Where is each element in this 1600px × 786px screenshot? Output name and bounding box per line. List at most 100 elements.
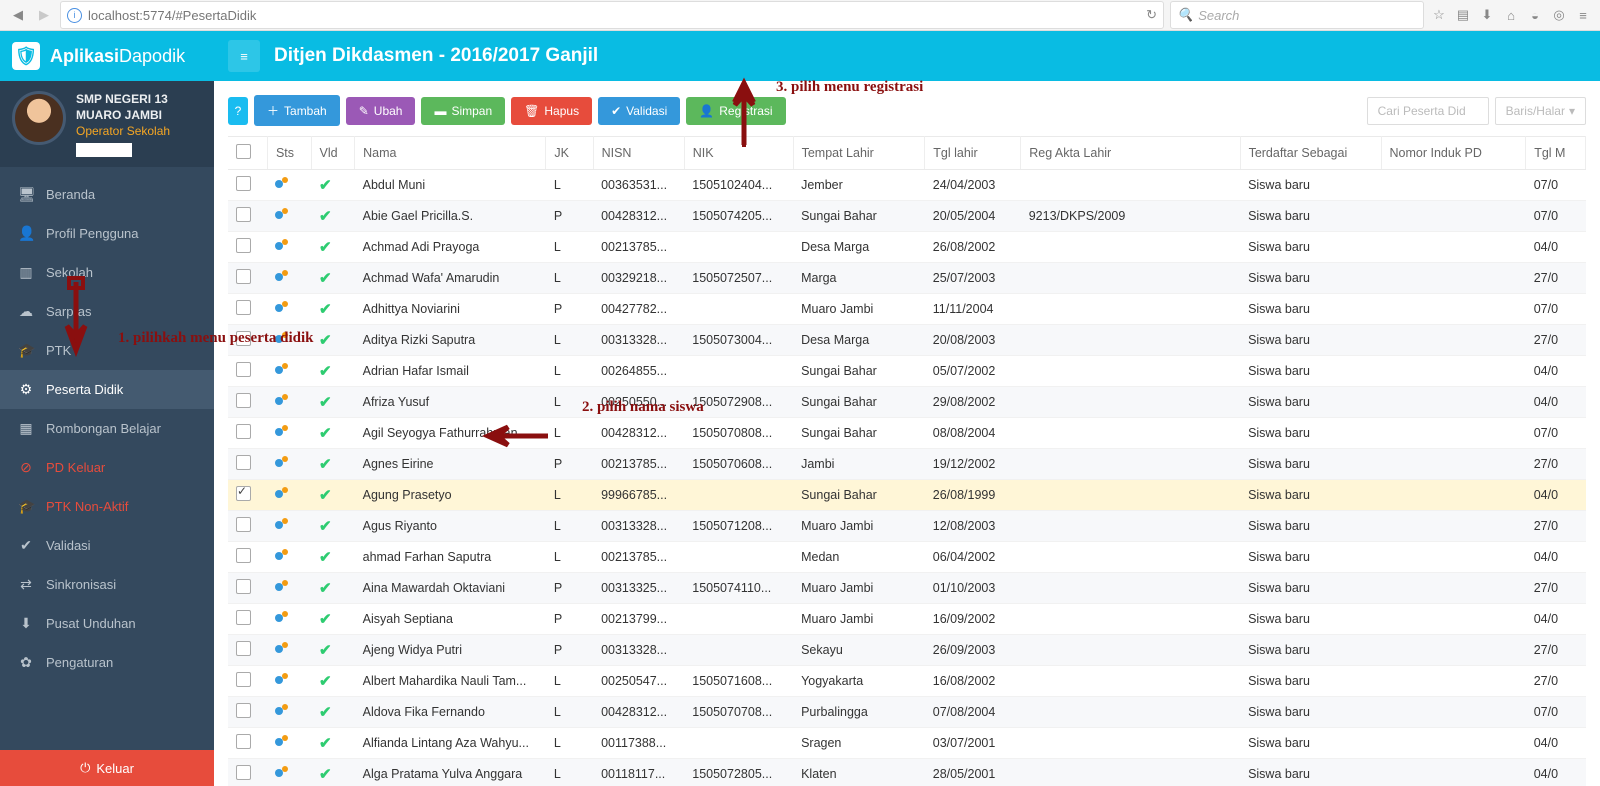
col-header[interactable]: Nama [355,137,546,170]
col-header[interactable]: Vld [311,137,355,170]
table-row[interactable]: ✔Aldova Fika FernandoL00428312...1505070… [228,697,1586,728]
home-icon[interactable]: ⌂ [1502,6,1520,24]
table-row[interactable]: ✔ahmad Farhan SaputraL00213785...Medan06… [228,542,1586,573]
row-checkbox[interactable] [236,486,251,501]
table-row[interactable]: ✔Adhittya NoviariniP00427782...Muaro Jam… [228,294,1586,325]
rows-per-page[interactable]: Baris/Halar▾ [1495,97,1586,125]
sidebar-item-sarpras[interactable]: ☁Sarpras [0,292,214,331]
row-checkbox[interactable] [236,517,251,532]
table-row[interactable]: ✔Aditya Rizki SaputraL00313328...1505073… [228,325,1586,356]
table-row[interactable]: ✔Alfianda Lintang Aza Wahyu...L00117388.… [228,728,1586,759]
cell-nik [684,232,793,263]
col-header[interactable]: NISN [593,137,684,170]
row-checkbox[interactable] [236,548,251,563]
sidebar-item-rombongan-belajar[interactable]: ▦Rombongan Belajar [0,409,214,448]
table-row[interactable]: ✔Ajeng Widya PutriP00313328...Sekayu26/0… [228,635,1586,666]
cell-tempat: Sungai Bahar [793,356,925,387]
row-checkbox[interactable] [236,579,251,594]
table-row[interactable]: ✔Abie Gael Pricilla.S.P00428312...150507… [228,201,1586,232]
sidebar-item-validasi[interactable]: ✔Validasi [0,526,214,565]
sidebar-item-pusat-unduhan[interactable]: ⬇Pusat Unduhan [0,604,214,643]
row-checkbox[interactable] [236,362,251,377]
col-header[interactable]: JK [546,137,593,170]
browser-search[interactable]: 🔍 Search [1170,1,1424,29]
table-row[interactable]: ✔Agus RiyantoL00313328...1505071208...Mu… [228,511,1586,542]
table-row[interactable]: ✔Albert Mahardika Nauli Tam...L00250547.… [228,666,1586,697]
url-bar[interactable]: i localhost:5774/#PesertaDidik ↻ [60,1,1164,29]
table-row[interactable]: ✔Adrian Hafar IsmailL00264855...Sungai B… [228,356,1586,387]
row-checkbox[interactable] [236,300,251,315]
validasi-button[interactable]: ✔Validasi [598,97,680,125]
registrasi-button[interactable]: 👤Registrasi [686,97,785,125]
cell-nisn: 00250550... [593,387,684,418]
cell-tgl: 01/10/2003 [925,573,1021,604]
cell-akta [1021,387,1240,418]
table-row[interactable]: ✔Alga Pratama Yulva AnggaraL00118117...1… [228,759,1586,786]
tambah-button[interactable]: ＋Tambah [254,95,340,126]
row-checkbox[interactable] [236,269,251,284]
table-row[interactable]: ✔Aina Mawardah OktavianiP00313325...1505… [228,573,1586,604]
sidebar-item-pengaturan[interactable]: ✿Pengaturan [0,643,214,682]
school-name: SMP NEGERI 13 MUARO JAMBI [76,91,202,123]
hapus-button[interactable]: 🗑Hapus [511,97,592,125]
sidebar-item-pd-keluar[interactable]: ⊘PD Keluar [0,448,214,487]
row-checkbox[interactable] [236,765,251,780]
star-icon[interactable]: ☆ [1430,6,1448,24]
sidebar-item-sekolah[interactable]: ▥Sekolah [0,253,214,292]
col-header[interactable]: Reg Akta Lahir [1021,137,1240,170]
row-checkbox[interactable] [236,424,251,439]
col-header[interactable]: Sts [267,137,311,170]
table-row[interactable]: ✔Abdul MuniL00363531...1505102404...Jemb… [228,170,1586,201]
table-row[interactable]: ✔Afriza YusufL00250550...1505072908...Su… [228,387,1586,418]
row-checkbox[interactable] [236,641,251,656]
sidebar-item-beranda[interactable]: 🖥Beranda [0,175,214,214]
shield-icon[interactable]: ◎ [1550,6,1568,24]
bookmark-list-icon[interactable]: ▤ [1454,6,1472,24]
cell-jk: L [546,325,593,356]
cell-tgl: 07/08/2004 [925,697,1021,728]
pocket-icon[interactable]: ◒ [1526,6,1544,24]
col-header[interactable]: Tgl M [1526,137,1586,170]
row-checkbox[interactable] [236,672,251,687]
download-icon[interactable]: ⬇ [1478,6,1496,24]
row-checkbox[interactable] [236,455,251,470]
menu-icon[interactable]: ≡ [1574,6,1592,24]
reload-icon[interactable]: ↻ [1146,7,1157,23]
select-all-checkbox[interactable] [236,144,251,159]
sidebar-item-ptk[interactable]: 🎓PTK [0,331,214,370]
table-row[interactable]: ✔Agil Seyogya FathurrahmanL00428312...15… [228,418,1586,449]
row-checkbox[interactable] [236,610,251,625]
col-header[interactable]: NIK [684,137,793,170]
help-button[interactable]: ? [228,97,248,125]
row-checkbox[interactable] [236,703,251,718]
cell-daftar: Siswa baru [1240,604,1381,635]
search-input[interactable]: Cari Peserta Did [1367,97,1489,125]
col-header[interactable]: Tgl lahir [925,137,1021,170]
table-row[interactable]: ✔Agnes EirineP00213785...1505070608...Ja… [228,449,1586,480]
row-checkbox[interactable] [236,238,251,253]
sidebar-item-profil-pengguna[interactable]: 👤Profil Pengguna [0,214,214,253]
logout-button[interactable]: ⏻ Keluar [0,750,214,786]
forward-button[interactable]: ▶ [34,5,54,25]
table-row[interactable]: ✔Achmad Wafa' AmarudinL00329218...150507… [228,263,1586,294]
table-row[interactable]: ✔Agung PrasetyoL99966785...Sungai Bahar2… [228,480,1586,511]
sidebar-item-sinkronisasi[interactable]: ⇄Sinkronisasi [0,565,214,604]
col-header[interactable]: Nomor Induk PD [1381,137,1526,170]
cell-akta [1021,635,1240,666]
sidebar-item-peserta-didik[interactable]: ⚙Peserta Didik [0,370,214,409]
col-header[interactable]: Terdaftar Sebagai [1240,137,1381,170]
table-row[interactable]: ✔Aisyah SeptianaP00213799...Muaro Jambi1… [228,604,1586,635]
row-checkbox[interactable] [236,176,251,191]
row-checkbox[interactable] [236,331,251,346]
row-checkbox[interactable] [236,207,251,222]
menu-toggle[interactable]: ≡ [228,40,260,72]
sidebar-item-ptk-non-aktif[interactable]: 🎓PTK Non-Aktif [0,487,214,526]
row-checkbox[interactable] [236,393,251,408]
table-row[interactable]: ✔Achmad Adi PrayogaL00213785...Desa Marg… [228,232,1586,263]
col-header[interactable]: Tempat Lahir [793,137,925,170]
col-header[interactable] [228,137,267,170]
back-button[interactable]: ◀ [8,5,28,25]
ubah-button[interactable]: ✎Ubah [346,97,416,125]
simpan-button[interactable]: ▬Simpan [421,97,505,125]
row-checkbox[interactable] [236,734,251,749]
